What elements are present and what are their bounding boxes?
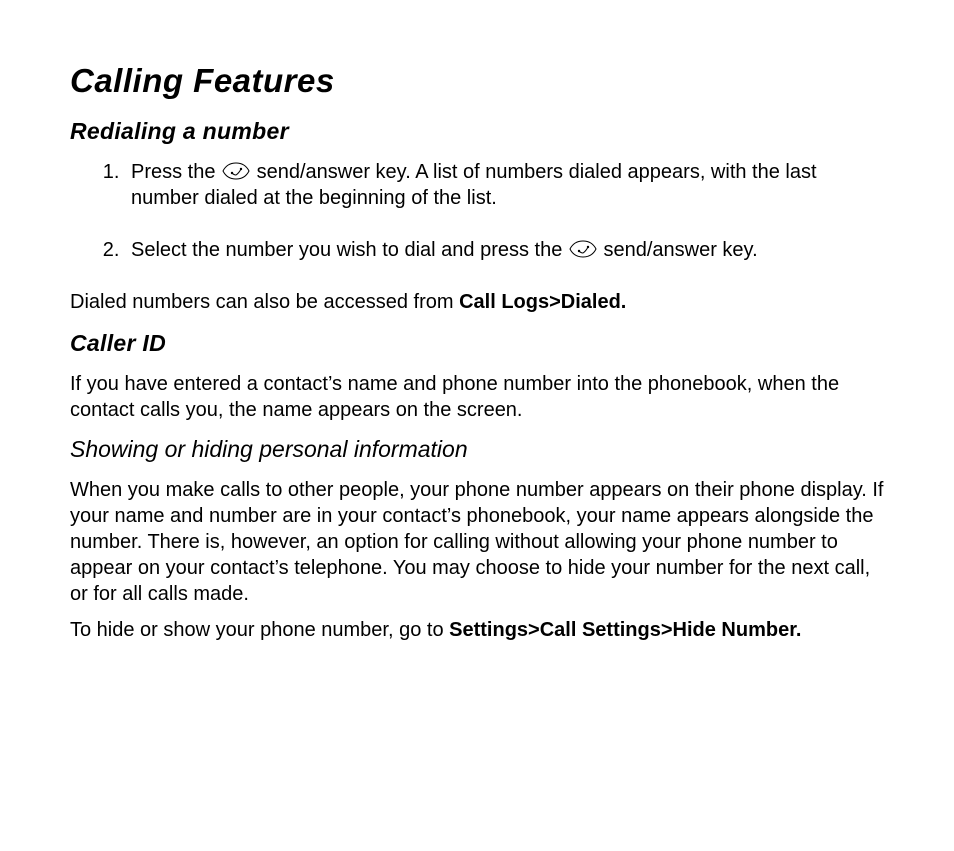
send-answer-key-icon bbox=[221, 161, 251, 181]
redial-step-1: Press the send/answer key. A list of num… bbox=[125, 159, 884, 211]
menu-path-call-logs-dialed: Call Logs>Dialed. bbox=[459, 291, 626, 313]
menu-path-hide-number: Settings>Call Settings>Hide Number. bbox=[449, 619, 801, 641]
send-answer-key-icon bbox=[568, 239, 598, 259]
redial-steps: Press the send/answer key. A list of num… bbox=[70, 159, 884, 263]
showhide-body: When you make calls to other people, you… bbox=[70, 477, 884, 607]
section-redialing-heading: Redialing a number bbox=[70, 117, 884, 147]
step2-text-b: send/answer key. bbox=[598, 239, 758, 261]
callerid-body: If you have entered a contact’s name and… bbox=[70, 371, 884, 423]
page-title: Calling Features bbox=[70, 60, 884, 103]
section-showhide-heading: Showing or hiding personal information bbox=[70, 435, 884, 465]
dialed-note-prefix: Dialed numbers can also be accessed from bbox=[70, 291, 459, 313]
dialed-note: Dialed numbers can also be accessed from… bbox=[70, 289, 884, 315]
hide-number-prefix: To hide or show your phone number, go to bbox=[70, 619, 449, 641]
hide-number-instruction: To hide or show your phone number, go to… bbox=[70, 617, 884, 643]
section-callerid-heading: Caller ID bbox=[70, 329, 884, 359]
step2-text-a: Select the number you wish to dial and p… bbox=[131, 239, 568, 261]
redial-step-2: Select the number you wish to dial and p… bbox=[125, 237, 884, 263]
step1-text-a: Press the bbox=[131, 161, 221, 183]
